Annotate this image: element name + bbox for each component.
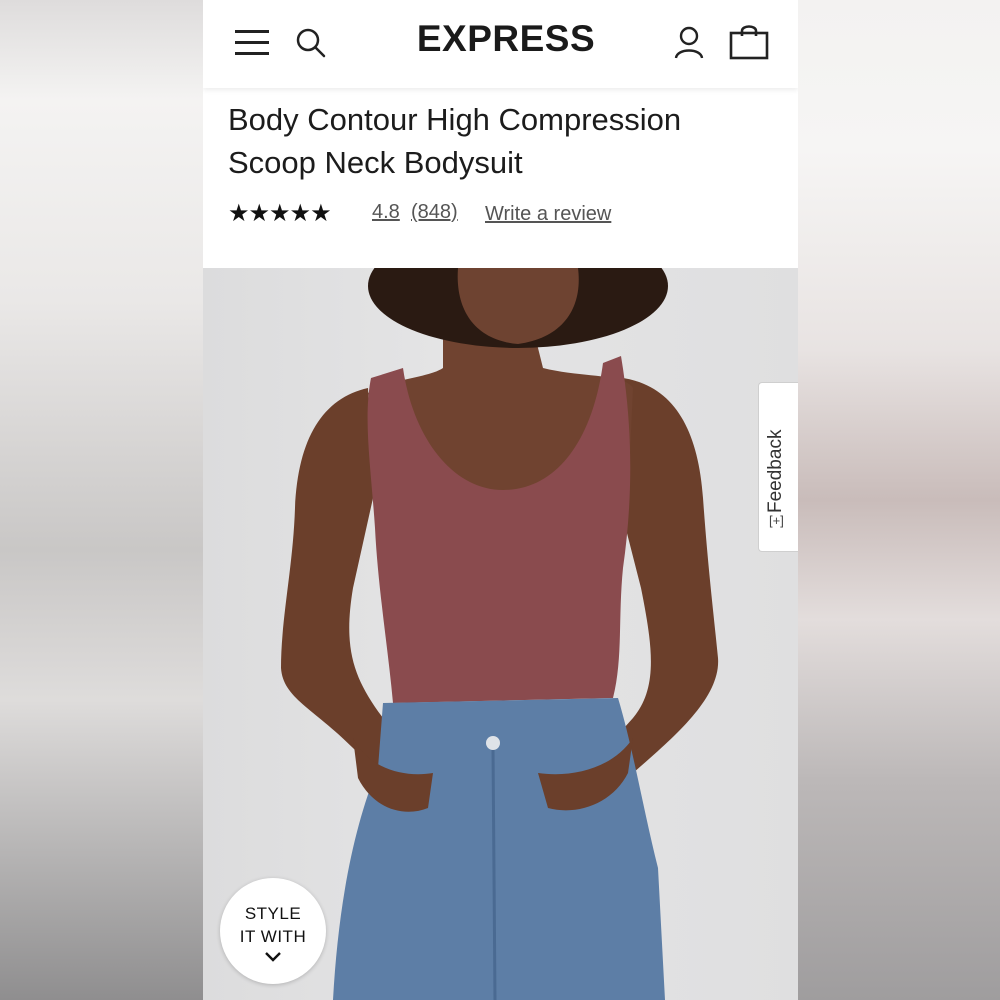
style-it-with-button[interactable]: STYLE IT WITH — [220, 878, 326, 984]
account-icon[interactable] — [673, 26, 705, 60]
shopping-bag-icon[interactable] — [729, 24, 769, 60]
feedback-tab[interactable]: Feedback [+] — [758, 382, 798, 552]
chevron-down-icon — [265, 952, 281, 962]
background-blur-left — [0, 0, 203, 1000]
product-title-line2: Scoop Neck Bodysuit — [228, 145, 523, 180]
rating-value[interactable]: 4.8 — [372, 201, 400, 224]
phone-screen: EXPRESS Body Contour High Compression Sc… — [203, 0, 798, 1000]
product-title: Body Contour High Compression Scoop Neck… — [228, 98, 768, 184]
write-review-link[interactable]: Write a review — [485, 203, 611, 226]
style-it-with-line1: STYLE — [244, 904, 302, 923]
menu-icon[interactable] — [235, 28, 271, 58]
feedback-plus-icon: [+] — [769, 513, 784, 528]
search-icon[interactable] — [295, 27, 327, 59]
product-title-line1: Body Contour High Compression — [228, 102, 682, 137]
background-blur-right — [798, 0, 1000, 1000]
style-it-with-line2: IT WITH — [239, 927, 307, 946]
review-count-link[interactable]: (848) — [411, 201, 458, 224]
star-rating-icon[interactable]: ★★★★★ — [228, 199, 332, 228]
site-header: EXPRESS — [203, 0, 798, 88]
feedback-label: Feedback — [765, 429, 786, 513]
brand-logo[interactable]: EXPRESS — [411, 18, 601, 60]
